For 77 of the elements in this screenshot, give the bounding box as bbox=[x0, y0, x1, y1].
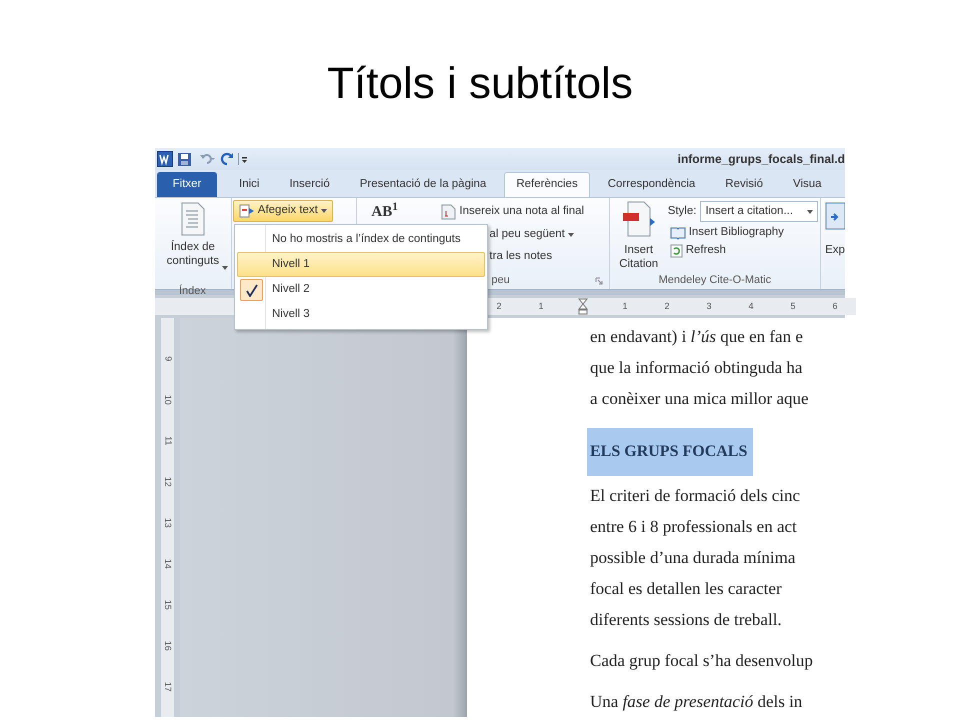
book-icon bbox=[670, 226, 686, 240]
redo-icon[interactable] bbox=[220, 152, 234, 166]
window-title: informe_grups_focals_final.d bbox=[678, 151, 845, 168]
endnote-icon bbox=[441, 204, 456, 220]
customize-toolbar-icon[interactable] bbox=[238, 152, 248, 166]
ribbon-tab[interactable]: Inserció bbox=[277, 172, 342, 197]
export-button[interactable]: Exp bbox=[825, 201, 845, 258]
slide-title: Títols i subtítols bbox=[326, 58, 634, 110]
indent-marker-icon[interactable] bbox=[578, 298, 588, 315]
caret-icon bbox=[807, 210, 814, 214]
ruler-number: 10 bbox=[162, 394, 174, 404]
refresh-icon bbox=[670, 244, 683, 258]
text-line: El criteri de formació dels cinc bbox=[590, 485, 802, 507]
ruler-number: 6 bbox=[832, 300, 838, 313]
ruler-number: 16 bbox=[162, 640, 174, 650]
text-line: que la informació obtinguda ha bbox=[590, 357, 804, 379]
group-label: Mendeley Cite-O-Matic bbox=[658, 273, 772, 288]
style-dropdown[interactable]: Insert a citation... bbox=[700, 201, 818, 222]
menu-item-label: No ho mostris a l’índex de continguts bbox=[272, 232, 461, 247]
menu-item-label: Nivell 2 bbox=[272, 282, 310, 297]
ruler-number: 13 bbox=[162, 518, 174, 528]
ruler-number: 15 bbox=[162, 600, 174, 610]
group-label: Índex bbox=[178, 284, 207, 300]
ruler-number: 11 bbox=[162, 436, 174, 446]
menu-item-label: Nivell 1 bbox=[272, 256, 310, 272]
ruler-number: 5 bbox=[790, 300, 796, 313]
group-label: peu bbox=[491, 273, 510, 288]
word-app-icon bbox=[157, 151, 173, 167]
ribbon-tab[interactable]: Referències bbox=[504, 172, 590, 197]
table-of-contents-button[interactable]: Índex de continguts bbox=[156, 240, 230, 284]
text-line: Una fase de presentació dels in bbox=[590, 691, 804, 713]
ruler-number: 3 bbox=[706, 300, 712, 313]
menu-item[interactable]: Nivell 2 bbox=[237, 277, 485, 302]
save-icon[interactable] bbox=[177, 152, 192, 166]
next-footnote-button[interactable]: al peu següent bbox=[487, 228, 586, 242]
menu-item[interactable]: No ho mostris a l’índex de continguts bbox=[237, 227, 485, 252]
ribbon-tab[interactable]: Correspondència bbox=[596, 172, 708, 197]
citation-icon bbox=[622, 201, 656, 237]
table-of-contents-icon bbox=[180, 202, 205, 236]
insert-endnote-button[interactable]: Insereix una nota al final bbox=[439, 204, 586, 220]
refresh-button[interactable]: Refresh bbox=[668, 244, 818, 258]
insert-citation-button[interactable]: Insert Citation bbox=[614, 201, 664, 272]
file-tab[interactable]: Fitxer bbox=[157, 172, 217, 197]
ruler-number: 14 bbox=[162, 558, 174, 568]
ribbon-tab[interactable]: Inici bbox=[227, 172, 272, 197]
text-line: focal es detallen les caracter bbox=[590, 578, 783, 600]
ribbon-tab[interactable]: Revisió bbox=[713, 172, 776, 197]
text-line: possible d’una durada mínima bbox=[590, 547, 796, 569]
text-line: diferents sessions de treball. bbox=[590, 609, 783, 631]
text-line: Cada grup focal s’ha desenvolup bbox=[590, 650, 814, 672]
ruler-number: 1 bbox=[538, 300, 544, 313]
ruler-number: 2 bbox=[664, 300, 670, 313]
footnote-symbol[interactable]: AB$^{1}$ bbox=[371, 205, 398, 220]
menu-item[interactable]: Nivell 1 bbox=[237, 252, 485, 277]
show-notes-button[interactable]: tra les notes bbox=[487, 250, 586, 264]
ruler-number: 9 bbox=[162, 356, 174, 361]
ruler-number: 2 bbox=[496, 300, 502, 313]
add-text-button[interactable]: Afegeix text bbox=[232, 200, 333, 222]
ruler-number: 4 bbox=[748, 300, 754, 313]
text-line: a conèixer una mica millor aque bbox=[590, 388, 810, 410]
caret-icon bbox=[222, 266, 228, 270]
caret-icon bbox=[568, 232, 574, 237]
ruler-number: 1 bbox=[622, 300, 628, 313]
insert-bibliography-button[interactable]: Insert Bibliography bbox=[668, 226, 818, 240]
caret-icon bbox=[320, 209, 327, 213]
ruler-number: 17 bbox=[162, 682, 174, 692]
menu-item[interactable]: Nivell 3 bbox=[237, 302, 485, 327]
style-label: Style: bbox=[668, 204, 696, 219]
ribbon-tab[interactable]: Visua bbox=[781, 172, 834, 197]
section-heading: ELS GRUPS FOCALS bbox=[587, 428, 754, 476]
dialog-launcher-icon[interactable] bbox=[594, 276, 603, 284]
ruler-number: 12 bbox=[162, 476, 174, 486]
text-line: entre 6 i 8 professionals en act bbox=[590, 516, 798, 538]
ribbon-tab[interactable]: Presentació de la pàgina bbox=[348, 172, 498, 197]
add-text-icon bbox=[238, 204, 255, 218]
menu-item-label: Nivell 3 bbox=[272, 306, 310, 322]
text-line: en endavant) i l’ús que en fan e bbox=[590, 326, 804, 348]
